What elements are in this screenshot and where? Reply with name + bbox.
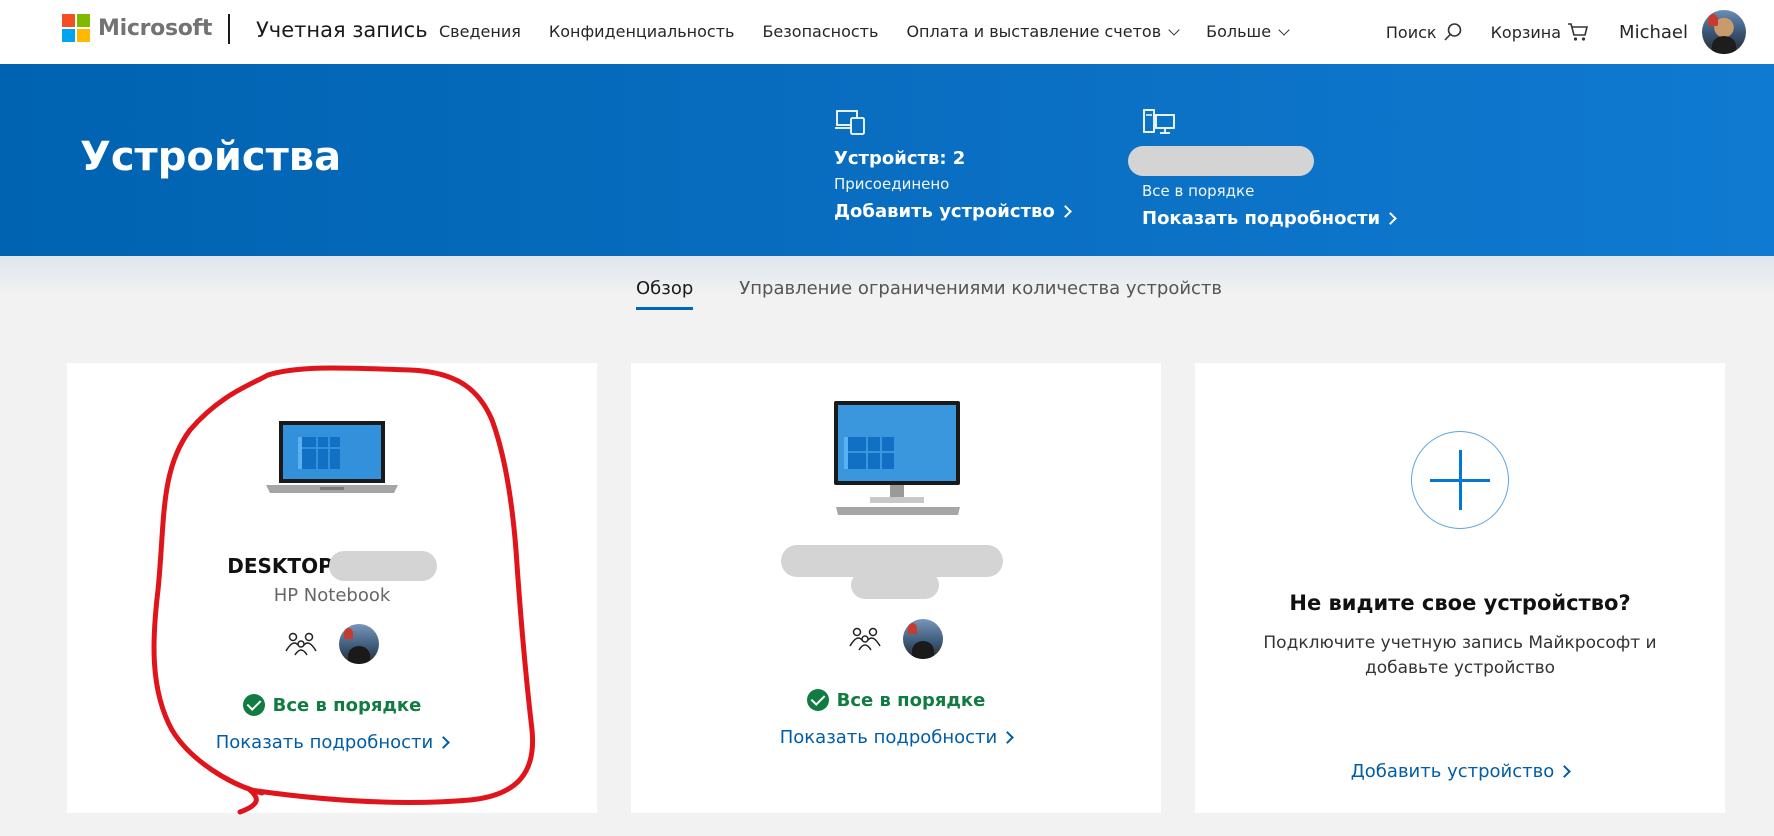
health-status-label: Все в порядке <box>1142 182 1255 200</box>
owner-avatar <box>903 619 943 659</box>
family-icon <box>285 632 317 656</box>
laptop-icon <box>266 421 398 493</box>
missing-device-description: Подключите учетную запись Майкрософт и д… <box>1195 631 1725 681</box>
devices-count: Устройств: 2 <box>834 148 966 169</box>
devices-banner: Устройства Устройств: 2 Присоединено Доб… <box>0 64 1774 256</box>
top-header: Microsoft Учетная запись Сведения Конфид… <box>0 0 1774 65</box>
header-divider <box>228 14 230 44</box>
chevron-right-icon <box>1001 731 1015 744</box>
device-details-link-label: Показать подробности <box>215 732 434 753</box>
device-details-link[interactable]: Показать подробности <box>215 732 451 753</box>
add-device-link[interactable]: Добавить устройство <box>834 201 1072 222</box>
nav-more[interactable]: Больше <box>1206 22 1290 41</box>
device-owners <box>631 619 1161 659</box>
nav-billing-label: Оплата и выставление счетов <box>906 22 1162 41</box>
plus-icon-bar <box>1430 479 1490 482</box>
device-name: DESKTOP <box>227 554 333 578</box>
cart-icon <box>1568 23 1589 41</box>
chevron-right-icon <box>1058 205 1072 218</box>
add-device-card-link[interactable]: Добавить устройство <box>1350 761 1572 782</box>
family-icon <box>849 627 881 651</box>
cart-button[interactable]: Корзина <box>1491 22 1589 42</box>
desktop-icon <box>834 401 960 515</box>
chevron-down-icon <box>1168 23 1180 36</box>
add-device-card-link-label: Добавить устройство <box>1350 761 1555 782</box>
microsoft-logo[interactable]: Microsoft <box>62 14 212 42</box>
chevron-right-icon <box>1384 212 1398 225</box>
devices-count-stat: Устройств: 2 Присоединено Добавить устро… <box>834 108 1072 222</box>
device-details-link[interactable]: Показать подробности <box>779 727 1015 748</box>
add-device-button[interactable] <box>1411 431 1509 529</box>
account-title[interactable]: Учетная запись <box>256 18 428 42</box>
brand-name: Microsoft <box>98 15 213 41</box>
add-device-card: Не видите свое устройство? Подключите уч… <box>1195 363 1725 813</box>
nav-security-label: Безопасность <box>762 22 879 41</box>
nav-privacy-label: Конфиденциальность <box>548 22 735 41</box>
cart-label: Корзина <box>1490 22 1562 42</box>
nav-security[interactable]: Безопасность <box>762 22 878 41</box>
redacted-device-name <box>328 551 437 581</box>
nav-privacy[interactable]: Конфиденциальность <box>549 22 735 41</box>
show-details-link-label: Показать подробности <box>1142 208 1381 229</box>
device-status: Все в порядке <box>67 694 597 716</box>
devices-icon <box>835 110 865 135</box>
main-nav: Сведения Конфиденциальность Безопасность… <box>439 22 1316 41</box>
user-name[interactable]: Michael <box>1619 22 1688 43</box>
missing-device-description-line2: добавьте устройство <box>1364 658 1556 678</box>
chevron-right-icon <box>1558 765 1572 778</box>
redacted-status <box>1128 146 1314 176</box>
pc-health-icon <box>1143 109 1175 134</box>
check-circle-icon <box>806 689 829 711</box>
page-title: Устройства <box>80 134 342 180</box>
search-button[interactable]: Поиск <box>1386 22 1463 42</box>
health-stat: Все в порядке Показать подробности <box>1128 108 1398 229</box>
device-owners <box>67 624 597 664</box>
device-status: Все в порядке <box>631 689 1161 711</box>
check-circle-icon <box>242 694 265 716</box>
nav-more-label: Больше <box>1206 22 1272 41</box>
tab-overview[interactable]: Обзор <box>636 278 694 310</box>
device-tabs: Обзор Управление ограничениями количеств… <box>636 278 1268 310</box>
show-details-link[interactable]: Показать подробности <box>1142 208 1398 229</box>
header-tools: Поиск Корзина Michael <box>1358 10 1746 54</box>
devices-connected-label: Присоединено <box>834 175 950 193</box>
nav-billing[interactable]: Оплата и выставление счетов <box>906 22 1180 41</box>
microsoft-logo-icon <box>62 14 90 42</box>
search-icon <box>1443 23 1461 41</box>
chevron-down-icon <box>1278 23 1290 36</box>
nav-info[interactable]: Сведения <box>439 22 521 41</box>
device-details-link-label: Показать подробности <box>779 727 998 748</box>
redacted-device-info <box>631 545 1161 605</box>
device-status-label: Все в порядке <box>272 694 422 716</box>
nav-info-label: Сведения <box>439 22 521 41</box>
tab-device-limits[interactable]: Управление ограничениями количества устр… <box>739 278 1222 310</box>
missing-device-title: Не видите свое устройство? <box>1289 591 1631 615</box>
avatar[interactable] <box>1702 10 1746 54</box>
device-model: HP Notebook <box>273 585 391 606</box>
owner-avatar <box>339 624 379 664</box>
device-card-laptop[interactable]: DESKTOP HP Notebook Все в порядке Показа… <box>67 363 597 813</box>
search-label: Поиск <box>1385 22 1437 42</box>
device-card-desktop[interactable]: Все в порядке Показать подробности <box>631 363 1161 813</box>
device-status-label: Все в порядке <box>836 689 986 711</box>
chevron-right-icon <box>437 736 451 749</box>
missing-device-description-line1: Подключите учетную запись Майкрософт и <box>1263 633 1657 653</box>
add-device-link-label: Добавить устройство <box>834 201 1055 222</box>
